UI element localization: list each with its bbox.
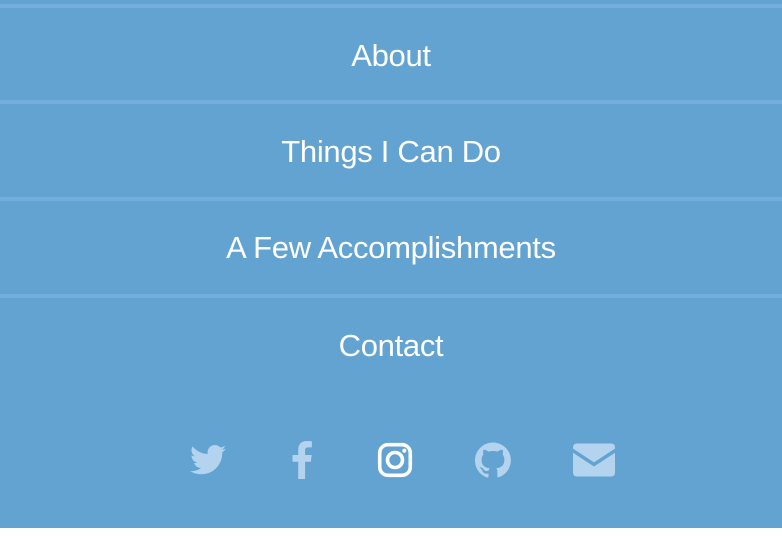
email-link[interactable] — [570, 436, 618, 484]
twitter-link[interactable] — [184, 436, 232, 484]
page-footer-space — [0, 528, 782, 560]
nav-link-about[interactable]: About — [0, 38, 782, 74]
instagram-link[interactable] — [371, 436, 419, 484]
github-link[interactable] — [469, 436, 517, 484]
envelope-icon — [573, 443, 615, 477]
nav-panel: About Things I Can Do A Few Accomplishme… — [0, 0, 782, 528]
instagram-icon — [377, 442, 413, 478]
facebook-icon — [292, 441, 312, 479]
facebook-link[interactable] — [278, 436, 326, 484]
nav-link-contact[interactable]: Contact — [0, 328, 782, 364]
nav-divider — [0, 294, 782, 298]
nav-divider — [0, 197, 782, 201]
nav-link-accomplishments[interactable]: A Few Accomplishments — [0, 230, 782, 266]
nav-link-things-i-can-do[interactable]: Things I Can Do — [0, 134, 782, 170]
twitter-icon — [190, 445, 226, 475]
nav-divider — [0, 4, 782, 8]
github-icon — [475, 442, 511, 478]
nav-divider — [0, 100, 782, 104]
